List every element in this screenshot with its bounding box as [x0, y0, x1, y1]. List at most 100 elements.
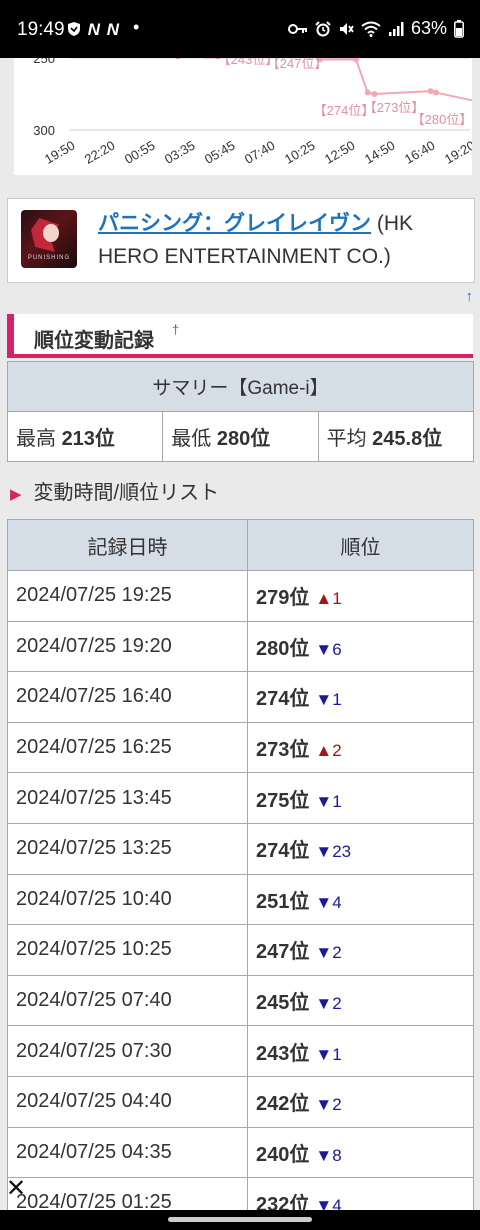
mute-icon	[339, 22, 354, 35]
list-title: ▶ 変動時間/順位リスト	[10, 476, 219, 505]
app-icon-caption: PUNISHING	[27, 255, 71, 261]
chart-x-ticks: 19:50 22:20 00:55 03:35 05:45 07:40 10:25 12:50…	[42, 138, 472, 167]
app-info: パニシング：グレイレイヴン (HK HERO ENTERTAINMENT CO.…	[98, 207, 468, 273]
table-row: 2024/07/25 10:25 247位 ▼2	[7, 924, 474, 976]
home-gesture-handle[interactable]	[168, 1217, 312, 1222]
series-point	[433, 89, 439, 96]
triangle-bullet-icon: ▶	[10, 486, 22, 503]
table-row: 2024/07/25 16:40 274位 ▼1	[7, 671, 474, 723]
row-datetime: 2024/07/25 07:30	[7, 1025, 248, 1077]
x-tick-label: 05:45	[202, 138, 238, 167]
shield-icon	[68, 22, 80, 36]
x-tick-label: 03:35	[162, 138, 198, 167]
row-rank: 275位 ▼1	[247, 772, 474, 824]
table-row: 2024/07/25 19:25 279位 ▲1	[7, 570, 474, 622]
chart-series	[317, 58, 472, 102]
row-rank: 274位 ▼1	[247, 671, 474, 723]
table-row: 2024/07/25 13:45 275位 ▼1	[7, 772, 474, 824]
row-datetime: 2024/07/25 19:20	[7, 620, 248, 673]
rank-chart-svg: 250 300 19:50 22:20 00:55 03:35 05:45 07:40 10:…	[33, 58, 472, 167]
row-rank-change: ▲2	[315, 741, 342, 761]
row-rank-value: 232位	[256, 1194, 310, 1210]
rank-history-rows: 2024/07/25 19:25 279位 ▲1 2024/07/25 19:20 28…	[7, 570, 474, 1210]
x-tick-label: 14:50	[362, 138, 398, 167]
page-content[interactable]: 250 300 19:50 22:20 00:55 03:35 05:45 07:40 10:…	[0, 58, 480, 1210]
row-rank-value: 251位	[256, 890, 310, 913]
summary-lowest-label: 最低	[171, 428, 217, 450]
series-point	[371, 91, 378, 97]
table-row: 2024/07/25 16:25 273位 ▲2	[7, 721, 474, 774]
rank-annotation: 【280位】	[412, 112, 472, 127]
summary-lowest: 最低 280位	[162, 411, 319, 462]
app-notification-icon: N N	[87, 20, 121, 39]
series-point	[364, 89, 371, 96]
rank-chart: 250 300 19:50 22:20 00:55 03:35 05:45 07:40 10:…	[14, 58, 472, 175]
back-to-top-link[interactable]: ↑	[466, 288, 474, 305]
row-rank-value: 274位	[256, 688, 310, 711]
x-tick-label: 19:50	[42, 138, 78, 167]
summary-average: 平均 245.8位	[317, 411, 475, 462]
row-rank-change: ▼1	[315, 791, 342, 811]
row-datetime: 2024/07/25 19:25	[7, 570, 248, 622]
chart-y-ticks: 250 300	[33, 58, 55, 138]
row-datetime: 2024/07/25 04:40	[7, 1075, 248, 1128]
row-datetime: 2024/07/25 16:25	[7, 721, 248, 774]
row-rank-change: ▼1	[315, 690, 342, 710]
section-title: 順位変動記録	[34, 330, 154, 352]
x-tick-label: 22:20	[82, 138, 118, 167]
table-row: 2024/07/25 01:25 232位 ▼4	[7, 1177, 474, 1210]
row-rank: 242位 ▼2	[247, 1075, 474, 1128]
x-tick-label: 07:40	[242, 138, 278, 167]
summary-highest-value: 213位	[61, 428, 115, 450]
row-rank-value: 275位	[256, 789, 310, 812]
summary-average-label: 平均	[326, 428, 373, 450]
notification-icons: N N	[66, 20, 120, 40]
row-datetime: 2024/07/25 04:35	[7, 1126, 248, 1179]
row-rank: 232位 ▼4	[247, 1177, 474, 1210]
x-tick-label: 12:50	[322, 138, 358, 167]
row-rank: 245位 ▼2	[247, 974, 474, 1027]
x-tick-label: 00:55	[122, 138, 158, 167]
row-datetime: 2024/07/25 13:45	[7, 772, 248, 824]
table-row: 2024/07/25 04:40 242位 ▼2	[7, 1075, 474, 1128]
row-rank-change: ▼4	[315, 892, 342, 912]
summary-average-value: 245.8位	[372, 428, 443, 450]
app-card: PUNISHING パニシング：グレイレイヴン (HK HERO ENTERTA…	[7, 198, 475, 283]
row-rank-value: 240位	[256, 1143, 310, 1166]
y-tick-label: 250	[33, 58, 55, 66]
row-datetime: 2024/07/25 10:25	[7, 924, 248, 976]
section-footnote-link[interactable]: †	[172, 322, 179, 337]
table-row: 2024/07/25 13:25 274位 ▼23	[7, 822, 474, 875]
row-rank: 240位 ▼8	[247, 1126, 474, 1179]
battery-percent: 63%	[410, 18, 447, 38]
row-rank-change: ▼23	[315, 842, 352, 862]
app-icon[interactable]: PUNISHING	[21, 210, 77, 268]
row-rank: 247位 ▼2	[247, 924, 474, 976]
row-rank-value: 243位	[256, 1042, 310, 1065]
series-point	[427, 88, 434, 95]
summary-highest-label: 最高	[16, 428, 62, 450]
app-name-link[interactable]: パニシング：グレイレイヴン	[98, 212, 371, 235]
row-rank: 274位 ▼23	[247, 822, 474, 875]
row-rank-change: ▼2	[315, 994, 342, 1014]
row-rank: 243位 ▼1	[247, 1025, 474, 1077]
more-notifications-dot: •	[133, 17, 140, 37]
row-rank-value: 273位	[256, 739, 310, 762]
rank-history-table: 記録日時 順位 2024/07/25 19:25 279位 ▲1 2024/07/25…	[7, 519, 474, 1210]
x-tick-label: 19:20	[442, 138, 472, 167]
row-rank-change: ▼8	[315, 1145, 342, 1165]
row-rank: 251位 ▼4	[247, 873, 474, 926]
row-rank-change: ▲1	[315, 589, 342, 609]
row-rank-value: 279位	[256, 587, 310, 610]
row-rank: 279位 ▲1	[247, 570, 474, 622]
alarm-icon	[315, 20, 331, 36]
row-rank-change: ▼2	[315, 1095, 342, 1115]
rank-annotation: 【247位】	[267, 58, 328, 71]
system-icons: 63%	[287, 18, 464, 39]
table-row: 2024/07/25 04:35 240位 ▼8	[7, 1126, 474, 1179]
table-row: 2024/07/25 19:20 280位 ▼6	[7, 620, 474, 673]
navigation-bar	[0, 1210, 480, 1230]
close-icon[interactable]: ✕	[6, 1174, 26, 1203]
signal-icon	[388, 21, 404, 36]
summary-lowest-value: 280位	[216, 428, 271, 450]
